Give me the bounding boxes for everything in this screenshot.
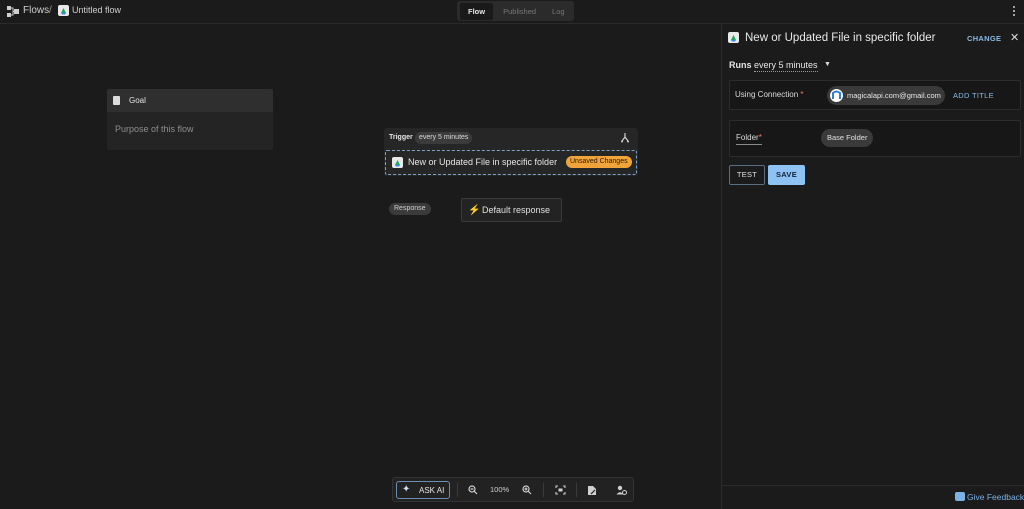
kebab-menu-icon[interactable] (1011, 5, 1017, 17)
connection-row: Using Connection * magicalapi.com@gmail.… (729, 80, 1021, 110)
trigger-step[interactable]: New or Updated File in specific folder U… (385, 150, 637, 175)
save-button[interactable]: SAVE (768, 165, 805, 185)
goal-header: Goal (107, 89, 273, 112)
goal-label: Goal (129, 96, 146, 105)
goal-card[interactable]: Goal Purpose of this flow (107, 89, 273, 150)
tab-flow[interactable]: Flow (460, 2, 494, 20)
fork-icon[interactable] (620, 132, 630, 143)
tab-published[interactable]: Published (497, 3, 542, 20)
google-drive-icon (728, 32, 739, 43)
zoom-out-icon[interactable] (468, 485, 478, 495)
flows-icon (7, 6, 19, 17)
view-tabs: Flow Published Log (457, 1, 574, 21)
connection-select[interactable]: magicalapi.com@gmail.com (827, 86, 945, 105)
tab-log[interactable]: Log (546, 3, 571, 20)
connection-label: Using Connection * (735, 90, 804, 99)
add-user-icon[interactable] (616, 485, 627, 495)
zoom-level: 100% (490, 485, 510, 494)
document-icon (113, 96, 120, 105)
unsaved-changes-badge: Unsaved Changes (566, 156, 632, 168)
sparkle-icon: ✦ (402, 484, 411, 495)
fit-view-icon[interactable] (555, 485, 566, 495)
trigger-step-name: New or Updated File in specific folder (408, 157, 558, 167)
step-config-panel: New or Updated File in specific folder C… (721, 24, 1024, 509)
goal-purpose-field[interactable]: Purpose of this flow (115, 124, 194, 134)
folder-select[interactable]: Base Folder (821, 129, 874, 147)
breadcrumb-flows-link[interactable]: Flows (23, 5, 49, 16)
test-button[interactable]: TEST (729, 165, 765, 185)
zoom-in-icon[interactable] (522, 485, 532, 495)
toolbar-divider (457, 483, 458, 497)
feedback-icon (955, 492, 965, 501)
bolt-icon: ⚡ (468, 205, 481, 216)
trigger-schedule-chip[interactable]: every 5 minutes (415, 132, 473, 144)
default-response-node[interactable]: ⚡ Default response (461, 198, 562, 222)
notes-icon[interactable] (587, 485, 597, 496)
add-title-button[interactable]: ADD TITLE (953, 91, 994, 100)
change-button[interactable]: CHANGE (967, 34, 1001, 43)
panel-title: New or Updated File in specific folder (745, 32, 936, 44)
chevron-down-icon[interactable]: ▼ (824, 61, 831, 68)
ask-ai-label: ASK AI (419, 486, 445, 495)
avatar-icon (830, 89, 843, 102)
runs-schedule-select[interactable]: every 5 minutes (754, 60, 818, 72)
connection-email: magicalapi.com@gmail.com (847, 91, 941, 100)
trigger-label: Trigger (389, 134, 413, 141)
trigger-node[interactable]: Trigger every 5 minutes New or Updated F… (384, 128, 638, 176)
response-chip[interactable]: Response (389, 203, 431, 215)
ask-ai-button[interactable]: ✦ ASK AI (396, 481, 450, 499)
folder-label: Folder* (736, 133, 762, 145)
toolbar-divider (576, 483, 577, 497)
folder-row: Folder* Base Folder (729, 120, 1021, 157)
default-response-label: Default response (482, 205, 551, 215)
toolbar-divider (543, 483, 544, 497)
panel-footer: Give Feedback (722, 485, 1024, 509)
give-feedback-link[interactable]: Give Feedback (967, 492, 1024, 502)
runs-label: Runs (729, 60, 752, 70)
google-drive-icon (392, 157, 403, 168)
close-icon[interactable]: ✕ (1010, 31, 1019, 44)
breadcrumb-separator: / (49, 5, 52, 16)
google-drive-icon (58, 5, 69, 16)
flow-title[interactable]: Untitled flow (72, 5, 121, 15)
top-bar: Flows / Untitled flow Flow Published Log (0, 0, 1024, 24)
canvas-toolbar: ✦ ASK AI 100% (392, 477, 634, 502)
